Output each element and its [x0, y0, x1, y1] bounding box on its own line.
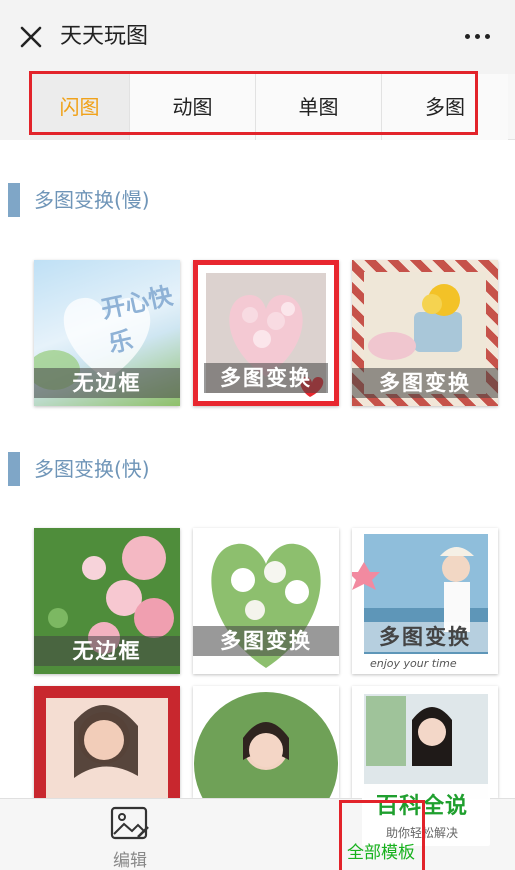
- tab-gutter: [0, 74, 30, 140]
- close-button[interactable]: [16, 22, 46, 52]
- card-caption: 无边框: [34, 368, 180, 398]
- card-caption: 多图变换: [193, 626, 339, 656]
- edit-button[interactable]: 编辑: [98, 806, 162, 870]
- all-templates-label: 全部模板: [347, 843, 415, 863]
- edit-label: 编辑: [113, 851, 147, 870]
- template-card[interactable]: 多图变换 enjoy your time: [352, 528, 498, 674]
- dot-icon: [485, 34, 490, 39]
- section-accent-bar: [8, 183, 20, 217]
- dot-icon: [475, 34, 480, 39]
- more-options-button[interactable]: [463, 30, 493, 44]
- tab-animated[interactable]: 动图: [130, 74, 256, 140]
- dot-icon: [465, 34, 470, 39]
- watermark-title: 百科全说: [376, 794, 469, 819]
- template-card[interactable]: [352, 686, 498, 798]
- section-label: 多图变换(快): [34, 457, 150, 481]
- template-card[interactable]: [34, 686, 180, 798]
- tab-single[interactable]: 单图: [256, 74, 382, 140]
- all-templates-button[interactable]: 全部模板: [343, 838, 425, 868]
- template-card[interactable]: 无边框: [34, 528, 180, 674]
- template-card[interactable]: 开心快乐 无边框: [34, 260, 180, 406]
- template-card[interactable]: 多图变换: [193, 260, 339, 406]
- girl-beach-image: [352, 534, 488, 654]
- template-card[interactable]: 多图变换: [352, 260, 498, 406]
- card-subtext: enjoy your time: [370, 657, 457, 670]
- template-card[interactable]: 多图变换: [193, 528, 339, 674]
- portrait-circle-image: [194, 692, 338, 798]
- close-icon: [20, 26, 42, 48]
- category-tabs: 闪图 动图 单图 多图: [0, 74, 515, 140]
- image-edit-icon: [110, 806, 149, 840]
- overlay-text: 开心快乐: [98, 281, 176, 359]
- card-caption: 多图变换: [352, 368, 498, 398]
- card-caption: 多图变换: [204, 363, 328, 393]
- section-label: 多图变换(慢): [34, 188, 150, 212]
- portrait-glasses-image: [364, 694, 488, 798]
- card-caption: 无边框: [34, 636, 180, 666]
- title-bar: 天天玩图: [0, 0, 515, 74]
- template-card[interactable]: [193, 686, 339, 798]
- tab-multi[interactable]: 多图: [382, 74, 508, 140]
- watermark-logo: 百科全说 助你轻松解决: [362, 784, 490, 846]
- card-caption: 多图变换: [352, 622, 498, 652]
- portrait-roses-image: [46, 698, 168, 798]
- section-accent-bar: [8, 452, 20, 486]
- tab-flash[interactable]: 闪图: [30, 74, 130, 140]
- page-title: 天天玩图: [60, 24, 149, 49]
